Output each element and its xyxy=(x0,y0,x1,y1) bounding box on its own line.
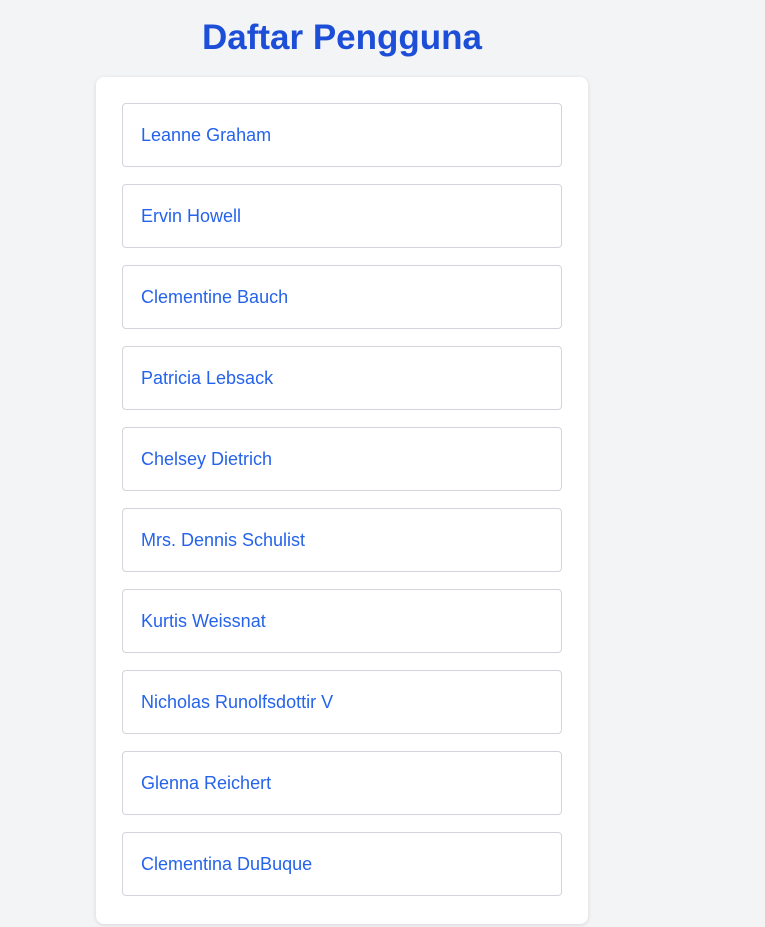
user-name[interactable]: Clementina DuBuque xyxy=(141,854,312,875)
user-name[interactable]: Mrs. Dennis Schulist xyxy=(141,530,305,551)
user-name[interactable]: Kurtis Weissnat xyxy=(141,611,266,632)
user-item-4[interactable]: Patricia Lebsack xyxy=(122,346,562,410)
user-name[interactable]: Leanne Graham xyxy=(141,125,271,146)
user-item-10[interactable]: Clementina DuBuque xyxy=(122,832,562,896)
user-name[interactable]: Glenna Reichert xyxy=(141,773,271,794)
user-item-2[interactable]: Ervin Howell xyxy=(122,184,562,248)
user-name[interactable]: Patricia Lebsack xyxy=(141,368,273,389)
user-item-6[interactable]: Mrs. Dennis Schulist xyxy=(122,508,562,572)
user-item-8[interactable]: Nicholas Runolfsdottir V xyxy=(122,670,562,734)
user-name[interactable]: Nicholas Runolfsdottir V xyxy=(141,692,333,713)
user-name[interactable]: Ervin Howell xyxy=(141,206,241,227)
user-list-card: Leanne Graham Ervin Howell Clementine Ba… xyxy=(96,77,588,924)
page: Daftar Pengguna Leanne Graham Ervin Howe… xyxy=(0,0,765,927)
user-name[interactable]: Chelsey Dietrich xyxy=(141,449,272,470)
user-name[interactable]: Clementine Bauch xyxy=(141,287,288,308)
page-title: Daftar Pengguna xyxy=(201,18,483,57)
user-item-5[interactable]: Chelsey Dietrich xyxy=(122,427,562,491)
user-item-9[interactable]: Glenna Reichert xyxy=(122,751,562,815)
user-item-3[interactable]: Clementine Bauch xyxy=(122,265,562,329)
user-list: Leanne Graham Ervin Howell Clementine Ba… xyxy=(122,103,562,896)
user-item-1[interactable]: Leanne Graham xyxy=(122,103,562,167)
user-item-7[interactable]: Kurtis Weissnat xyxy=(122,589,562,653)
